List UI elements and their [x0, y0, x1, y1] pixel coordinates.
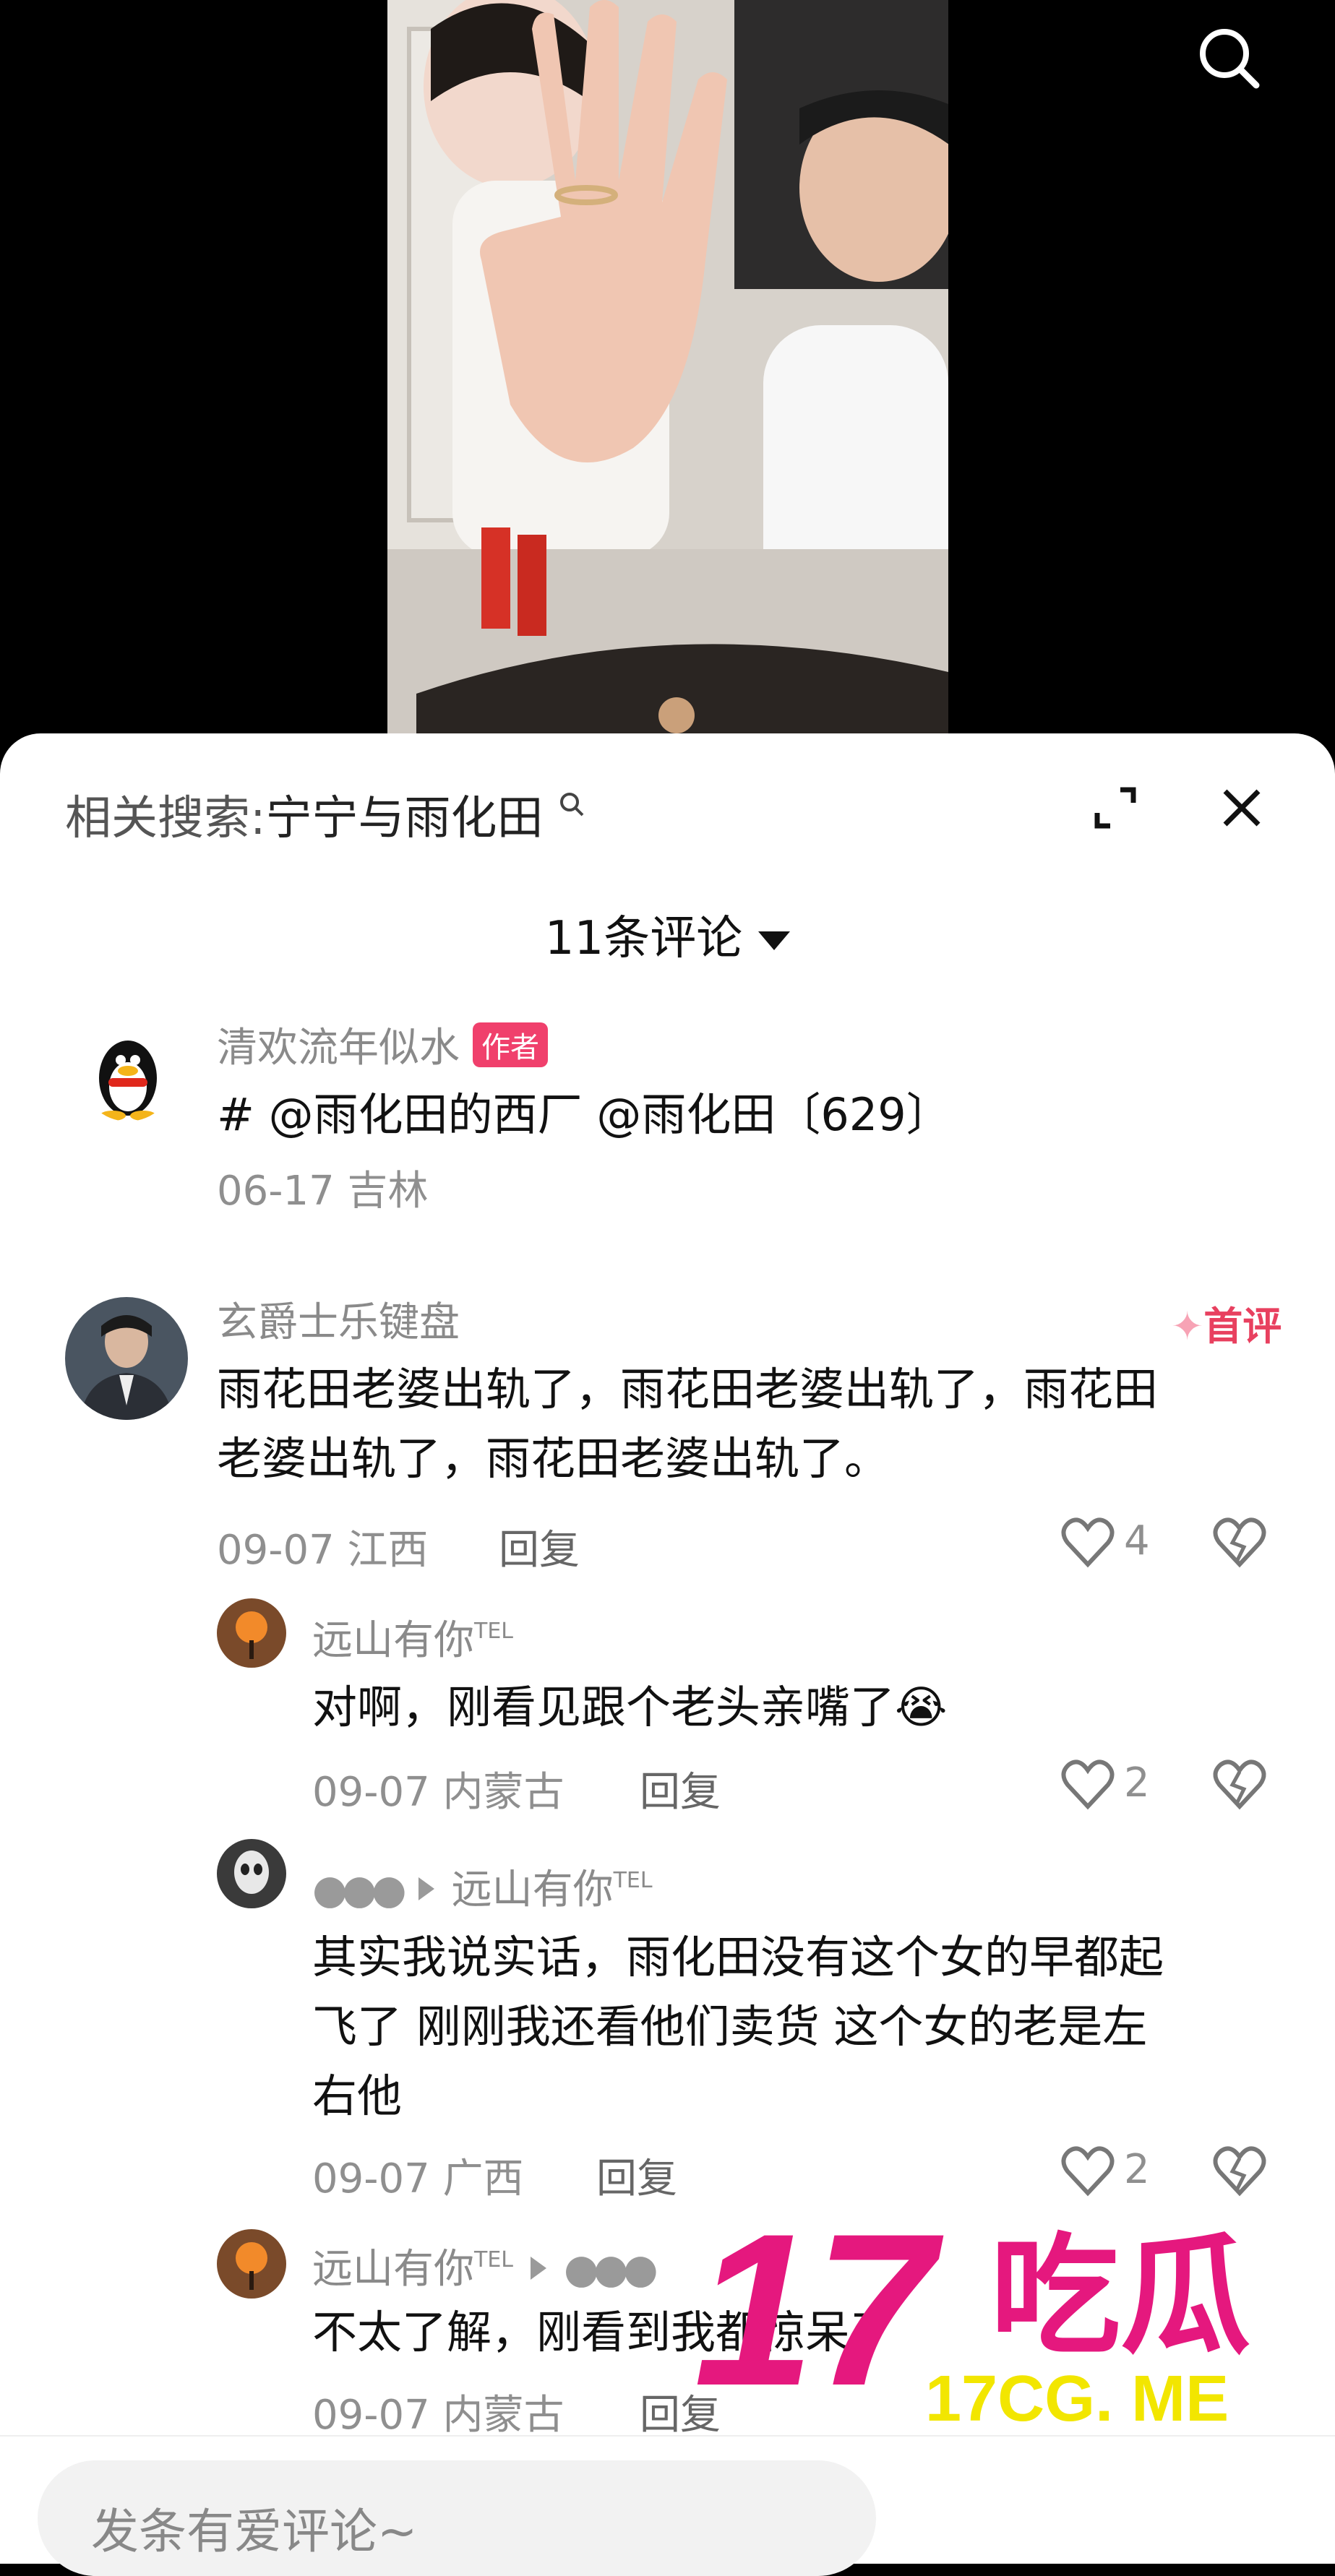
magnifier-icon — [559, 793, 584, 817]
comment-meta: 09-07 江西 — [217, 1527, 429, 1574]
comment-text-body: 对啊，刚看见跟个老头亲嘴了 — [312, 1681, 896, 1733]
watermark-17: 17 — [694, 2211, 947, 2431]
broken-heart-icon[interactable] — [1211, 1514, 1269, 1572]
comment-count-toggle[interactable]: 11条评论 — [0, 901, 1335, 968]
author-post-meta: 06-17 吉林 — [217, 1168, 429, 1215]
comment-text-line[interactable]: 其实我说实话，雨化田没有这个女的早都起 — [312, 1923, 1164, 1992]
avatar[interactable] — [65, 1297, 188, 1420]
comment-text-line[interactable]: 老婆出轨了，雨花田老婆出轨了。 — [217, 1424, 889, 1494]
username-text: 远山有你 — [312, 1617, 474, 1664]
watermark-logo: 17 吃瓜 17CG. ME — [687, 2188, 1308, 2442]
video-player[interactable] — [0, 0, 1335, 766]
tel-tag: TEL — [613, 1868, 653, 1893]
avatar[interactable] — [217, 2229, 286, 2299]
comment-username[interactable]: 远山有你TEL — [312, 1608, 513, 1666]
comment-username[interactable]: 玄爵士乐键盘 — [217, 1290, 460, 1348]
broken-heart-icon[interactable] — [1211, 2142, 1269, 2200]
close-icon[interactable] — [1218, 784, 1266, 832]
avatar[interactable] — [217, 1598, 286, 1668]
apple-icon: ●●● — [564, 2246, 658, 2293]
reply-arrow-icon — [418, 1877, 434, 1900]
comment-count-label: 11条评论 — [544, 912, 743, 965]
first-comment-badge: ✦首评 — [1171, 1294, 1282, 1351]
heart-icon[interactable] — [1059, 1756, 1117, 1814]
username-text: 远山有你 — [312, 2246, 474, 2293]
first-comment-label: 首评 — [1203, 1304, 1282, 1349]
username-text: 清欢流年似水 — [217, 1025, 460, 1072]
reply-to-username[interactable]: 远山有你 — [452, 1866, 614, 1913]
comment-username[interactable]: ●●● 远山有你TEL — [312, 1857, 653, 1916]
avatar[interactable] — [217, 1839, 286, 1908]
watermark-domain: 17CG. ME — [925, 2363, 1229, 2435]
related-search-prefix: 相关搜索: — [65, 792, 266, 845]
comment-meta: 09-07 内蒙古 — [312, 2392, 565, 2439]
author-username[interactable]: 清欢流年似水 作者 — [217, 1015, 548, 1074]
heart-icon[interactable] — [1059, 2142, 1117, 2200]
related-search[interactable]: 相关搜索:宁宁与雨化田 — [65, 781, 587, 848]
comment-input-placeholder: 发条有爱评论~ — [91, 2504, 418, 2559]
comment-text[interactable]: 对啊，刚看见跟个老头亲嘴了😭 — [312, 1673, 947, 1742]
comment-meta: 09-07 内蒙古 — [312, 1769, 565, 1816]
comment-username[interactable]: 远山有你TEL ●●● — [312, 2236, 658, 2295]
like-count: 2 — [1124, 1759, 1150, 1806]
comment-text-line[interactable]: 雨花田老婆出轨了，雨花田老婆出轨了，雨花田 — [217, 1355, 1158, 1424]
crying-emoji: 😭 — [895, 1681, 948, 1733]
like-count: 2 — [1124, 2146, 1150, 2193]
reply-arrow-icon — [531, 2257, 546, 2280]
comment-text-line[interactable]: 飞了 刚刚我还看他们卖货 这个女的老是左 — [312, 1992, 1147, 2062]
tel-tag: TEL — [474, 1619, 513, 1644]
heart-icon[interactable] — [1059, 1514, 1117, 1572]
video-frame — [387, 0, 948, 766]
dropdown-triangle-icon — [758, 931, 791, 951]
star-icon: ✦ — [1171, 1304, 1204, 1349]
avatar[interactable] — [81, 1028, 175, 1121]
reply-button[interactable]: 回复 — [640, 1759, 721, 1818]
reply-button[interactable]: 回复 — [596, 2146, 677, 2205]
author-post-content[interactable]: # @雨化田的西厂 @雨化田〔629〕 — [217, 1080, 951, 1150]
apple-icon: ●●● — [312, 1866, 407, 1913]
watermark-chigua: 吃瓜 — [990, 2221, 1250, 2372]
broken-heart-icon[interactable] — [1211, 1756, 1269, 1814]
expand-icon[interactable] — [1091, 784, 1139, 832]
related-search-keyword[interactable]: 宁宁与雨化田 — [266, 792, 544, 845]
comment-text-line[interactable]: 右他 — [312, 2062, 402, 2131]
reply-button[interactable]: 回复 — [499, 1517, 580, 1576]
author-badge: 作者 — [473, 1022, 548, 1067]
comment-meta: 09-07 广西 — [312, 2155, 524, 2202]
like-count: 4 — [1124, 1517, 1150, 1564]
search-icon[interactable] — [1193, 22, 1265, 94]
tel-tag: TEL — [474, 2247, 513, 2273]
